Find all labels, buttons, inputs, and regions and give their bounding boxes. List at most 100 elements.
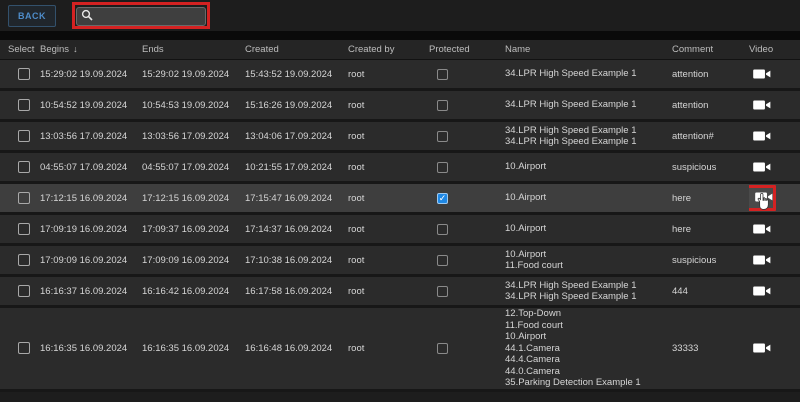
created-by-cell: root <box>348 224 429 235</box>
camera-names-cell: 34.LPR High Speed Example 1 <box>505 68 672 80</box>
select-cell <box>0 130 40 142</box>
row-select-checkbox[interactable] <box>18 254 30 266</box>
row-select-checkbox[interactable] <box>18 99 30 111</box>
row-3-video-button[interactable] <box>749 129 792 143</box>
camera-names-cell: 10.Airport <box>505 161 672 173</box>
row-select-checkbox[interactable] <box>18 342 30 354</box>
row-select-checkbox[interactable] <box>18 223 30 235</box>
camera-names-cell: 34.LPR High Speed Example 1 <box>505 99 672 111</box>
column-header-video[interactable]: Video <box>749 44 792 55</box>
row-select-checkbox[interactable] <box>18 130 30 142</box>
created-by-cell: root <box>348 255 429 266</box>
column-header-created-by[interactable]: Created by <box>348 44 429 55</box>
protected-cell: ✓ <box>429 193 505 204</box>
camera-name: 34.LPR High Speed Example 1 <box>505 125 672 137</box>
created-by-cell: root <box>348 100 429 111</box>
select-cell <box>0 285 40 297</box>
protected-checkbox[interactable] <box>437 224 448 235</box>
table-row[interactable]: 17:12:15 16.09.202417:12:15 16.09.202417… <box>0 184 800 215</box>
created-by-cell: root <box>348 162 429 173</box>
table-row[interactable]: 17:09:19 16.09.202417:09:37 16.09.202417… <box>0 215 800 246</box>
row-9-video-button[interactable] <box>749 341 792 355</box>
comment-cell: 33333 <box>672 343 749 354</box>
table-row[interactable]: 16:16:35 16.09.202416:16:35 16.09.202416… <box>0 308 800 392</box>
comment-cell: here <box>672 224 749 235</box>
row-select-checkbox[interactable] <box>18 161 30 173</box>
select-cell <box>0 192 40 204</box>
protected-cell <box>429 286 505 297</box>
sort-descending-icon: ↓ <box>73 44 78 54</box>
row-7-video-button[interactable] <box>749 253 792 267</box>
camera-names-cell: 10.Airport11.Food court <box>505 249 672 272</box>
video-cell <box>749 253 792 267</box>
protected-checkbox[interactable] <box>437 255 448 266</box>
column-header-begins[interactable]: Begins↓ <box>40 44 142 55</box>
protected-cell <box>429 100 505 111</box>
camera-names-cell: 10.Airport <box>505 192 672 204</box>
created-by-cell: root <box>348 131 429 142</box>
ends-cell: 10:54:53 19.09.2024 <box>142 100 245 111</box>
video-cell <box>749 98 792 112</box>
protected-checkbox[interactable] <box>437 286 448 297</box>
camera-name: 10.Airport <box>505 223 672 235</box>
comment-cell: suspicious <box>672 162 749 173</box>
select-cell <box>0 68 40 80</box>
comment-cell: 444 <box>672 286 749 297</box>
row-6-video-button[interactable] <box>749 222 792 236</box>
created-cell: 16:16:48 16.09.2024 <box>245 343 348 354</box>
row-select-checkbox[interactable] <box>18 192 30 204</box>
created-by-cell: root <box>348 286 429 297</box>
protected-checkbox[interactable] <box>437 162 448 173</box>
protected-checkbox[interactable] <box>437 69 448 80</box>
back-button[interactable]: BACK <box>8 5 56 27</box>
column-header-name[interactable]: Name <box>505 44 672 56</box>
table-row[interactable]: 10:54:52 19.09.202410:54:53 19.09.202415… <box>0 91 800 122</box>
begins-cell: 16:16:35 16.09.2024 <box>40 343 142 354</box>
protected-checkbox[interactable] <box>437 100 448 111</box>
begins-cell: 15:29:02 19.09.2024 <box>40 69 142 80</box>
column-header-ends[interactable]: Ends <box>142 44 245 55</box>
created-cell: 17:10:38 16.09.2024 <box>245 255 348 266</box>
created-by-cell: root <box>348 69 429 80</box>
search-input[interactable] <box>76 7 206 26</box>
select-cell <box>0 342 40 354</box>
column-header-protected[interactable]: Protected <box>429 44 505 55</box>
protected-checkbox[interactable] <box>437 131 448 142</box>
table-row[interactable]: 04:55:07 17.09.202404:55:07 17.09.202410… <box>0 153 800 184</box>
row-1-video-button[interactable] <box>749 67 792 81</box>
camera-names-cell: 34.LPR High Speed Example 134.LPR High S… <box>505 125 672 148</box>
begins-cell: 16:16:37 16.09.2024 <box>40 286 142 297</box>
ends-cell: 15:29:02 19.09.2024 <box>142 69 245 80</box>
row-select-checkbox[interactable] <box>18 285 30 297</box>
protected-checkbox[interactable]: ✓ <box>437 193 448 204</box>
table-row[interactable]: 15:29:02 19.09.202415:29:02 19.09.202415… <box>0 60 800 91</box>
camera-name: 10.Airport <box>505 192 672 204</box>
column-header-comment[interactable]: Comment <box>672 44 749 55</box>
ends-cell: 17:12:15 16.09.2024 <box>142 193 245 204</box>
camera-name: 35.Parking Detection Example 1 <box>505 377 672 389</box>
table-row[interactable]: 16:16:37 16.09.202416:16:42 16.09.202416… <box>0 277 800 308</box>
column-header-select[interactable]: Select <box>0 44 40 55</box>
select-cell <box>0 254 40 266</box>
column-header-created[interactable]: Created <box>245 44 348 55</box>
created-cell: 15:16:26 19.09.2024 <box>245 100 348 111</box>
table-row[interactable]: 17:09:09 16.09.202417:09:09 16.09.202417… <box>0 246 800 277</box>
bookmarks-window: BACK SelectBegins↓EndsCreatedCreated byP… <box>0 0 800 402</box>
protected-checkbox[interactable] <box>437 343 448 354</box>
row-2-video-button[interactable] <box>749 98 792 112</box>
toolbar-divider <box>0 31 800 40</box>
table-row[interactable]: 13:03:56 17.09.202413:03:56 17.09.202413… <box>0 122 800 153</box>
row-select-checkbox[interactable] <box>18 68 30 80</box>
created-cell: 13:04:06 17.09.2024 <box>245 131 348 142</box>
protected-cell <box>429 343 505 354</box>
video-cell <box>749 67 792 81</box>
row-8-video-button[interactable] <box>749 284 792 298</box>
video-cell <box>749 160 792 174</box>
begins-cell: 17:12:15 16.09.2024 <box>40 193 142 204</box>
ends-cell: 17:09:37 16.09.2024 <box>142 224 245 235</box>
camera-name: 44.0.Camera <box>505 366 672 378</box>
camera-names-cell: 34.LPR High Speed Example 134.LPR High S… <box>505 280 672 303</box>
top-toolbar: BACK <box>0 0 800 31</box>
row-4-video-button[interactable] <box>749 160 792 174</box>
ends-cell: 13:03:56 17.09.2024 <box>142 131 245 142</box>
